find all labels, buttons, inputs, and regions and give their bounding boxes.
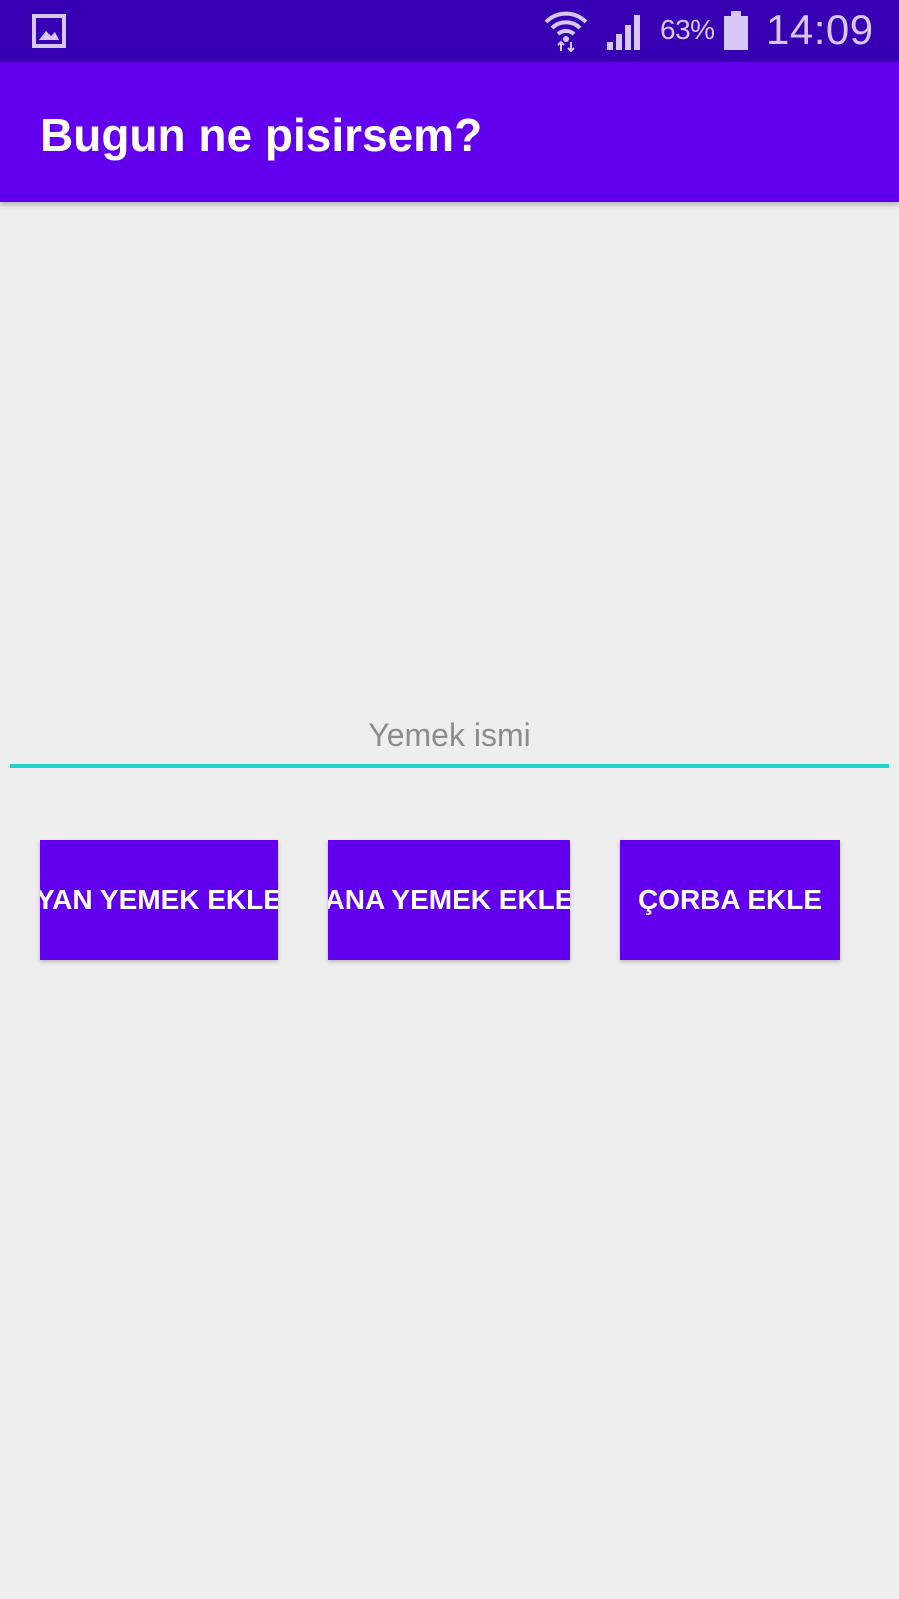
gallery-icon	[32, 14, 66, 53]
add-soup-button[interactable]: ÇORBA EKLE	[620, 840, 840, 960]
wifi-icon	[543, 8, 589, 57]
add-main-dish-button[interactable]: ANA YEMEK EKLE	[328, 840, 570, 960]
signal-icon	[605, 12, 645, 57]
app-title: Bugun ne pisirsem?	[40, 109, 483, 161]
app-bar: Bugun ne pisirsem?	[0, 62, 899, 202]
food-name-input[interactable]	[10, 706, 889, 768]
clock: 14:09	[766, 6, 874, 53]
food-input-wrap	[10, 706, 889, 772]
battery-percent: 63%	[660, 14, 715, 45]
battery-icon	[722, 10, 750, 57]
add-side-dish-button[interactable]: YAN YEMEK EKLE	[40, 840, 278, 960]
status-bar: 63% 14:09	[0, 0, 899, 62]
